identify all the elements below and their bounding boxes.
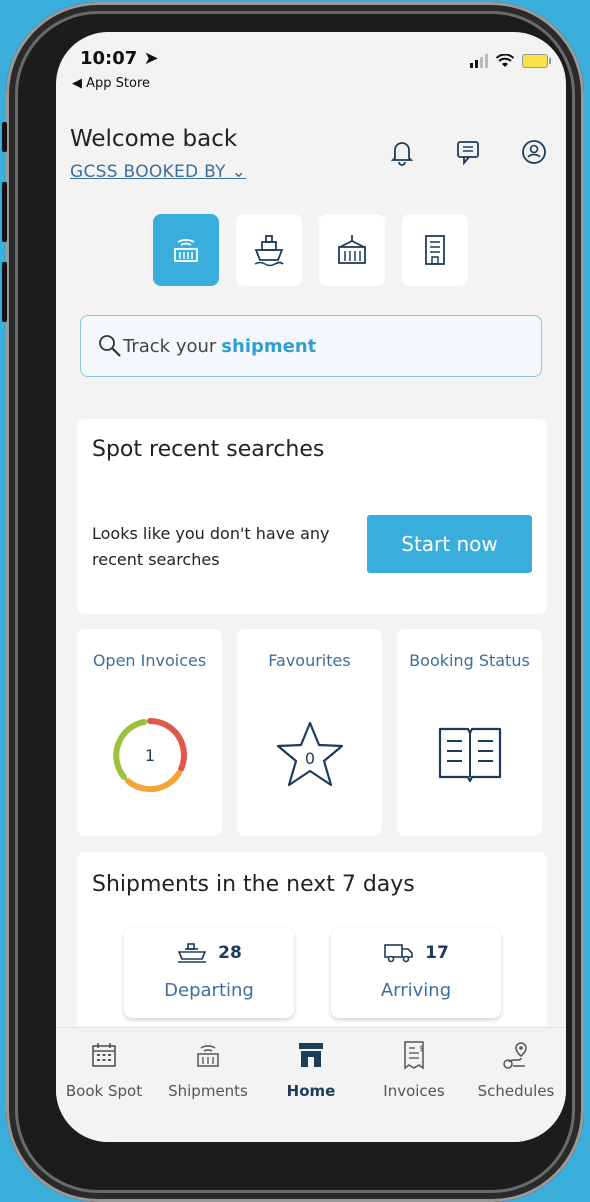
arriving-tile[interactable]: 17 Arriving <box>331 928 501 1018</box>
back-app-label: App Store <box>86 76 151 91</box>
recent-searches-card: Spot recent searches Looks like you don'… <box>77 419 547 614</box>
bell-icon[interactable] <box>388 138 416 166</box>
mode-button-office[interactable] <box>402 214 468 286</box>
arriving-count: 17 <box>425 943 449 963</box>
back-to-app-link[interactable]: ◀ App Store <box>72 76 150 91</box>
container-icon <box>197 1045 219 1067</box>
app-screen: 10:07 ➤ ◀ App Store Welcome back GCSS BO… <box>56 32 566 1142</box>
phone-frame: 10:07 ➤ ◀ App Store Welcome back GCSS BO… <box>2 2 584 1202</box>
departing-ship-icon <box>177 943 207 963</box>
invoice-icon: $ <box>404 1041 424 1070</box>
favourites-label: Favourites <box>268 651 351 670</box>
shipments-next-7-days-card: Shipments in the next 7 days 28 Departin… <box>77 852 547 1052</box>
tab-home[interactable]: Home <box>261 1038 361 1100</box>
chat-support-icon[interactable] <box>454 138 482 166</box>
mode-button-depot[interactable] <box>319 214 385 286</box>
open-invoices-tile[interactable]: Open Invoices 1 <box>77 629 222 836</box>
account-label: GCSS BOOKED BY <box>70 162 226 182</box>
tab-book-spot[interactable]: Book Spot <box>56 1038 154 1100</box>
track-shipment-input[interactable]: Track your shipment <box>80 315 542 377</box>
arriving-label: Arriving <box>380 980 452 1001</box>
search-placeholder: Track your <box>123 335 217 357</box>
home-icon <box>299 1043 323 1067</box>
recent-searches-title: Spot recent searches <box>92 437 325 462</box>
favourites-tile[interactable]: Favourites 0 <box>237 629 382 836</box>
truck-icon <box>384 944 413 963</box>
mute-switch <box>2 122 7 152</box>
start-now-button[interactable]: Start now <box>367 515 532 573</box>
search-placeholder-highlight: shipment <box>221 335 317 357</box>
route-icon <box>503 1042 527 1069</box>
tab-invoices[interactable]: $ Invoices <box>364 1038 464 1100</box>
battery-icon <box>522 54 551 68</box>
open-invoices-count: 1 <box>144 746 154 765</box>
star-icon: 0 <box>276 721 343 787</box>
mode-button-vessel[interactable] <box>236 214 302 286</box>
calendar-icon <box>92 1043 116 1067</box>
profile-icon[interactable] <box>520 138 548 166</box>
account-selector[interactable]: GCSS BOOKED BY ⌄ <box>70 162 246 182</box>
favourites-count: 0 <box>304 749 314 768</box>
open-invoices-label: Open Invoices <box>92 651 207 670</box>
status-bar: 10:07 ➤ ◀ App Store <box>56 32 566 102</box>
shipments-section-title: Shipments in the next 7 days <box>92 872 415 897</box>
welcome-heading: Welcome back <box>70 126 238 152</box>
recent-searches-empty-message: Looks like you don't have any recent sea… <box>92 524 330 569</box>
tab-shipments-label: Shipments <box>168 1082 248 1100</box>
departing-tile[interactable]: 28 Departing <box>124 928 294 1018</box>
bottom-tab-bar: Book Spot Shipments Home $ Invoices Sche… <box>56 1027 566 1142</box>
mode-button-container[interactable] <box>153 214 219 286</box>
booking-status-tile[interactable]: Booking Status <box>397 629 542 836</box>
vessel-icon <box>254 235 284 267</box>
invoice-donut-chart: 1 <box>112 718 187 793</box>
tab-book-spot-label: Book Spot <box>65 1082 143 1100</box>
svg-text:$: $ <box>419 1044 424 1053</box>
status-icons <box>470 54 551 68</box>
wifi-icon <box>496 54 514 67</box>
signal-icon <box>470 54 488 68</box>
departing-label: Departing <box>164 980 254 1001</box>
chevron-down-icon: ⌄ <box>231 162 247 182</box>
volume-up-button <box>2 182 7 242</box>
booking-status-label: Booking Status <box>409 651 530 670</box>
departing-count: 28 <box>218 943 242 963</box>
book-icon <box>438 727 501 783</box>
tab-schedules[interactable]: Schedules <box>466 1038 566 1100</box>
depot-icon <box>338 235 366 264</box>
mode-selector <box>153 214 468 286</box>
tab-home-label: Home <box>286 1082 336 1100</box>
office-icon <box>425 235 445 265</box>
search-icon <box>99 335 121 357</box>
tab-schedules-label: Schedules <box>477 1082 555 1100</box>
tab-invoices-label: Invoices <box>383 1082 445 1100</box>
status-time: 10:07 ➤ <box>80 48 159 69</box>
volume-down-button <box>2 262 7 322</box>
tab-shipments[interactable]: Shipments <box>158 1038 258 1100</box>
container-icon <box>174 239 198 262</box>
